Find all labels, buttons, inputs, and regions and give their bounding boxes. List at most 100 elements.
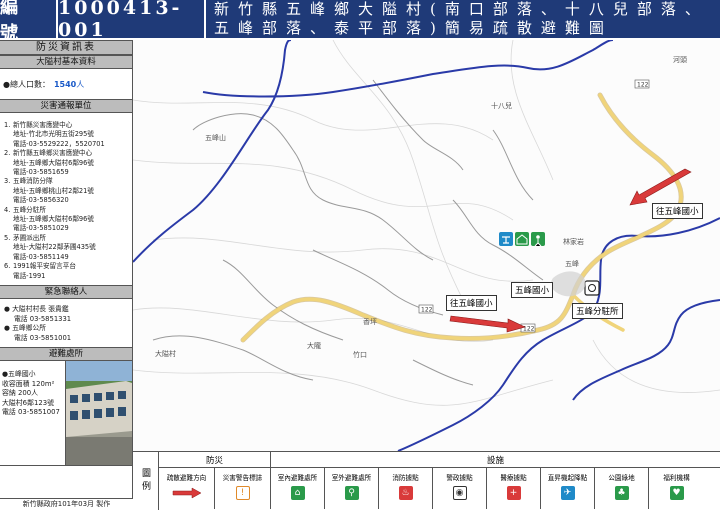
report-unit-text: 五峰消防分隊 地址-五峰鄉桃山村2鄰21號 電話-03-5856320 <box>13 177 94 205</box>
report-unit-line: 電話-03-5851149 <box>13 252 69 261</box>
report-unit-number: 4. <box>4 205 11 214</box>
legend-item: 福利機構 ♥ <box>649 468 704 509</box>
report-unit-line: 地址-大隘村22鄰茅圃435號 <box>13 243 96 252</box>
warning-sign-icon: ! <box>235 486 250 500</box>
contact-line: 電話 03-5851001 <box>14 333 72 342</box>
shelter-section: ●五峰國小 收容面積 120m² 容納 200人 大隘村6鄰123號 電話 03-585… <box>0 361 132 466</box>
label-wufeng: 五峰 <box>565 259 579 268</box>
map-title: 新竹縣五峰鄉大隘村(南口部落、十八兒部落、 五峰部落、泰平部落)簡易疏散避難圖 <box>206 0 720 38</box>
report-unit-item: 4. 五峰分駐所 地址-五峰鄉大隘村6鄰96號 電話-03-5851029 <box>4 206 130 234</box>
to-school-label-right[interactable]: 往五峰國小 <box>652 203 703 219</box>
footer-credit: 新竹縣政府101年03月 製作 <box>0 498 133 509</box>
report-unit-number: 6. <box>4 262 11 271</box>
contact-line: ● 大隘村村長 張貴鑑 <box>4 305 69 313</box>
indoor-shelter-icon <box>515 232 529 246</box>
report-unit-item: 1. 新竹縣災害應變中心 地址-竹北市光明五街295號 電話-03-5529222，5… <box>4 121 130 149</box>
report-unit-line: 電話-1991 <box>13 271 46 280</box>
legend-item-label: 公園綠地 <box>608 474 635 482</box>
population-label: ●總人口數： <box>3 79 50 89</box>
population-unit: 人 <box>76 79 85 89</box>
map-legend: 圖例 防災 設施 疏散避難方向 災害警告標誌! 室內避難處所 ⌂ 室外避難處所 ⚲ 消防據點… <box>133 451 720 510</box>
report-unit-line: 地址-五峰鄉桃山村2鄰21號 <box>13 186 94 195</box>
shelter-line: ●五峰國小 <box>2 370 36 378</box>
wufeng-school-box[interactable]: 五峰國小 <box>511 282 554 298</box>
outdoor-shelter-icon <box>531 232 545 247</box>
map-header: 編 號 1000413-001 新竹縣五峰鄉大隘村(南口部落、十八兒部落、 五峰… <box>0 0 720 44</box>
legend-item: 災害警告標誌! <box>215 468 271 509</box>
label-linjia: 林家岩 <box>563 237 584 246</box>
map-canvas: 122 122 122 五峰山 十八兒 林家岩 五峰 香坪 大隴 竹口 大隘村 … <box>133 40 720 451</box>
legend-item-label: 直昇機起降點 <box>547 474 588 482</box>
report-unit-line: 1991報平安留言平台 <box>13 262 76 271</box>
road-122-label-1: 122 <box>637 82 649 89</box>
report-unit-line: 新竹縣災害應變中心 <box>13 121 73 129</box>
report-unit-line: 電話-03-5529222，5520701 <box>13 139 105 148</box>
shelter-heading: 避難處所 <box>0 347 132 361</box>
report-unit-line: 電話-03-5856320 <box>13 196 69 205</box>
label-zhuokou: 竹口 <box>353 350 367 359</box>
to-school-label-left[interactable]: 往五峰國小 <box>446 295 497 311</box>
sidebar-title: 防災資訊表 <box>0 40 132 55</box>
helicopter-icon: ✈ <box>560 486 575 500</box>
report-unit-line: 五峰消防分隊 <box>13 177 53 186</box>
legend-item: 消防據點 ♨ <box>379 468 433 509</box>
map-area[interactable]: 122 122 122 五峰山 十八兒 林家岩 五峰 香坪 大隴 竹口 大隘村 … <box>133 40 720 451</box>
road-122-label-2: 122 <box>421 307 433 314</box>
report-unit-text: 1991報平安留言平台 電話-1991 <box>13 262 76 281</box>
map-title-line1: 新竹縣五峰鄉大隘村(南口部落、十八兒部落、 <box>214 0 709 18</box>
legend-item: 室外避難處所 ⚲ <box>325 468 379 509</box>
shelter-line: 收容面積 120m² <box>2 379 55 388</box>
park-tree-icon: ♣ <box>614 486 629 500</box>
shelter-line: 電話 03-5851007 <box>2 408 60 417</box>
basic-info-heading: 大隘村基本資料 <box>0 55 132 69</box>
report-units-list: 1. 新竹縣災害應變中心 地址-竹北市光明五街295號 電話-03-5529222，5… <box>0 113 132 285</box>
police-station-icon: ◉ <box>452 486 467 500</box>
report-unit-text: 新竹縣災害應變中心 地址-竹北市光明五街295號 電話-03-5529222，552… <box>13 121 105 149</box>
legend-item-label: 警政據點 <box>446 474 473 482</box>
legend-item-label: 室外避難處所 <box>331 474 372 482</box>
report-unit-item: 3. 五峰消防分隊 地址-五峰鄉桃山村2鄰21號 電話-03-5856320 <box>4 177 130 205</box>
report-unit-item: 5. 茅圃派出所 地址-大隘村22鄰茅圃435號 電話-03-5851149 <box>4 234 130 262</box>
evacuation-arrow-icon <box>172 486 202 500</box>
map-code: 1000413-001 <box>58 0 206 41</box>
legend-header: 防災 設施 <box>159 452 720 468</box>
report-unit-item: 2. 新竹縣五峰鄉災害應變中心 地址-五峰鄉大隘村6鄰96號 電話-03-585165… <box>4 149 130 177</box>
shelter-line: 容納 200人 <box>2 389 39 398</box>
legend-item: 室內避難處所 ⌂ <box>271 468 325 509</box>
contact-line: ● 五峰鄉公所 <box>4 324 47 333</box>
report-unit-line: 茅圃派出所 <box>13 233 46 242</box>
welfare-icon: ♥ <box>669 486 684 500</box>
report-unit-item: 6. 1991報平安留言平台 電話-1991 <box>4 262 130 281</box>
helicopter-icon <box>499 232 513 246</box>
legend-item-label: 疏散避難方向 <box>166 474 207 482</box>
legend-title: 圖例 <box>133 452 159 510</box>
legend-item-label: 醫療據點 <box>500 474 527 482</box>
report-unit-number: 1. <box>4 121 11 129</box>
legend-item-label: 室內避難處所 <box>277 474 318 482</box>
legend-items: 疏散避難方向 災害警告標誌! 室內避難處所 ⌂ 室外避難處所 ⚲ 消防據點 ♨ 警政據點 ◉ 醫療據… <box>159 468 720 509</box>
legend-item: 公園綠地 ♣ <box>595 468 649 509</box>
police-station-icon <box>584 280 600 296</box>
outdoor-shelter-icon: ⚲ <box>344 486 359 500</box>
fire-station-icon: ♨ <box>398 486 413 500</box>
report-unit-text: 五峰分駐所 地址-五峰鄉大隘村6鄰96號 電話-03-5851029 <box>13 206 94 234</box>
report-unit-line: 地址-五峰鄉大隘村6鄰96號 <box>13 158 94 167</box>
police-station-box[interactable]: 五峰分駐所 <box>572 303 623 319</box>
contacts-heading: 緊急聯絡人 <box>0 285 132 299</box>
school-photo <box>66 361 132 465</box>
info-sidebar: 防災資訊表 大隘村基本資料 ●總人口數： 1540 人 災害通報單位 1. 新竹縣… <box>0 40 133 509</box>
legend-item: 疏散避難方向 <box>159 468 215 509</box>
shelter-line: 大隘村6鄰123號 <box>2 398 54 407</box>
report-unit-line: 五峰分駐所 <box>13 205 46 214</box>
label-dalong: 大隴 <box>307 341 321 350</box>
legend-item-label: 消防據點 <box>392 474 419 482</box>
legend-item: 直昇機起降點 ✈ <box>541 468 595 509</box>
legend-item-label: 災害警告標誌 <box>222 474 263 482</box>
legend-group-disaster: 防災 <box>159 452 271 467</box>
map-title-line2: 五峰部落、泰平部落)簡易疏散避難圖 <box>214 19 613 37</box>
code-label: 編 號 <box>0 0 58 44</box>
report-unit-text: 新竹縣五峰鄉災害應變中心 地址-五峰鄉大隘村6鄰96號 電話-03-5851659 <box>13 149 94 177</box>
legend-item: 醫療據點 + <box>487 468 541 509</box>
label-heyuan: 河頭 <box>673 56 687 64</box>
contact-line: 電話 03-5851331 <box>14 314 72 323</box>
